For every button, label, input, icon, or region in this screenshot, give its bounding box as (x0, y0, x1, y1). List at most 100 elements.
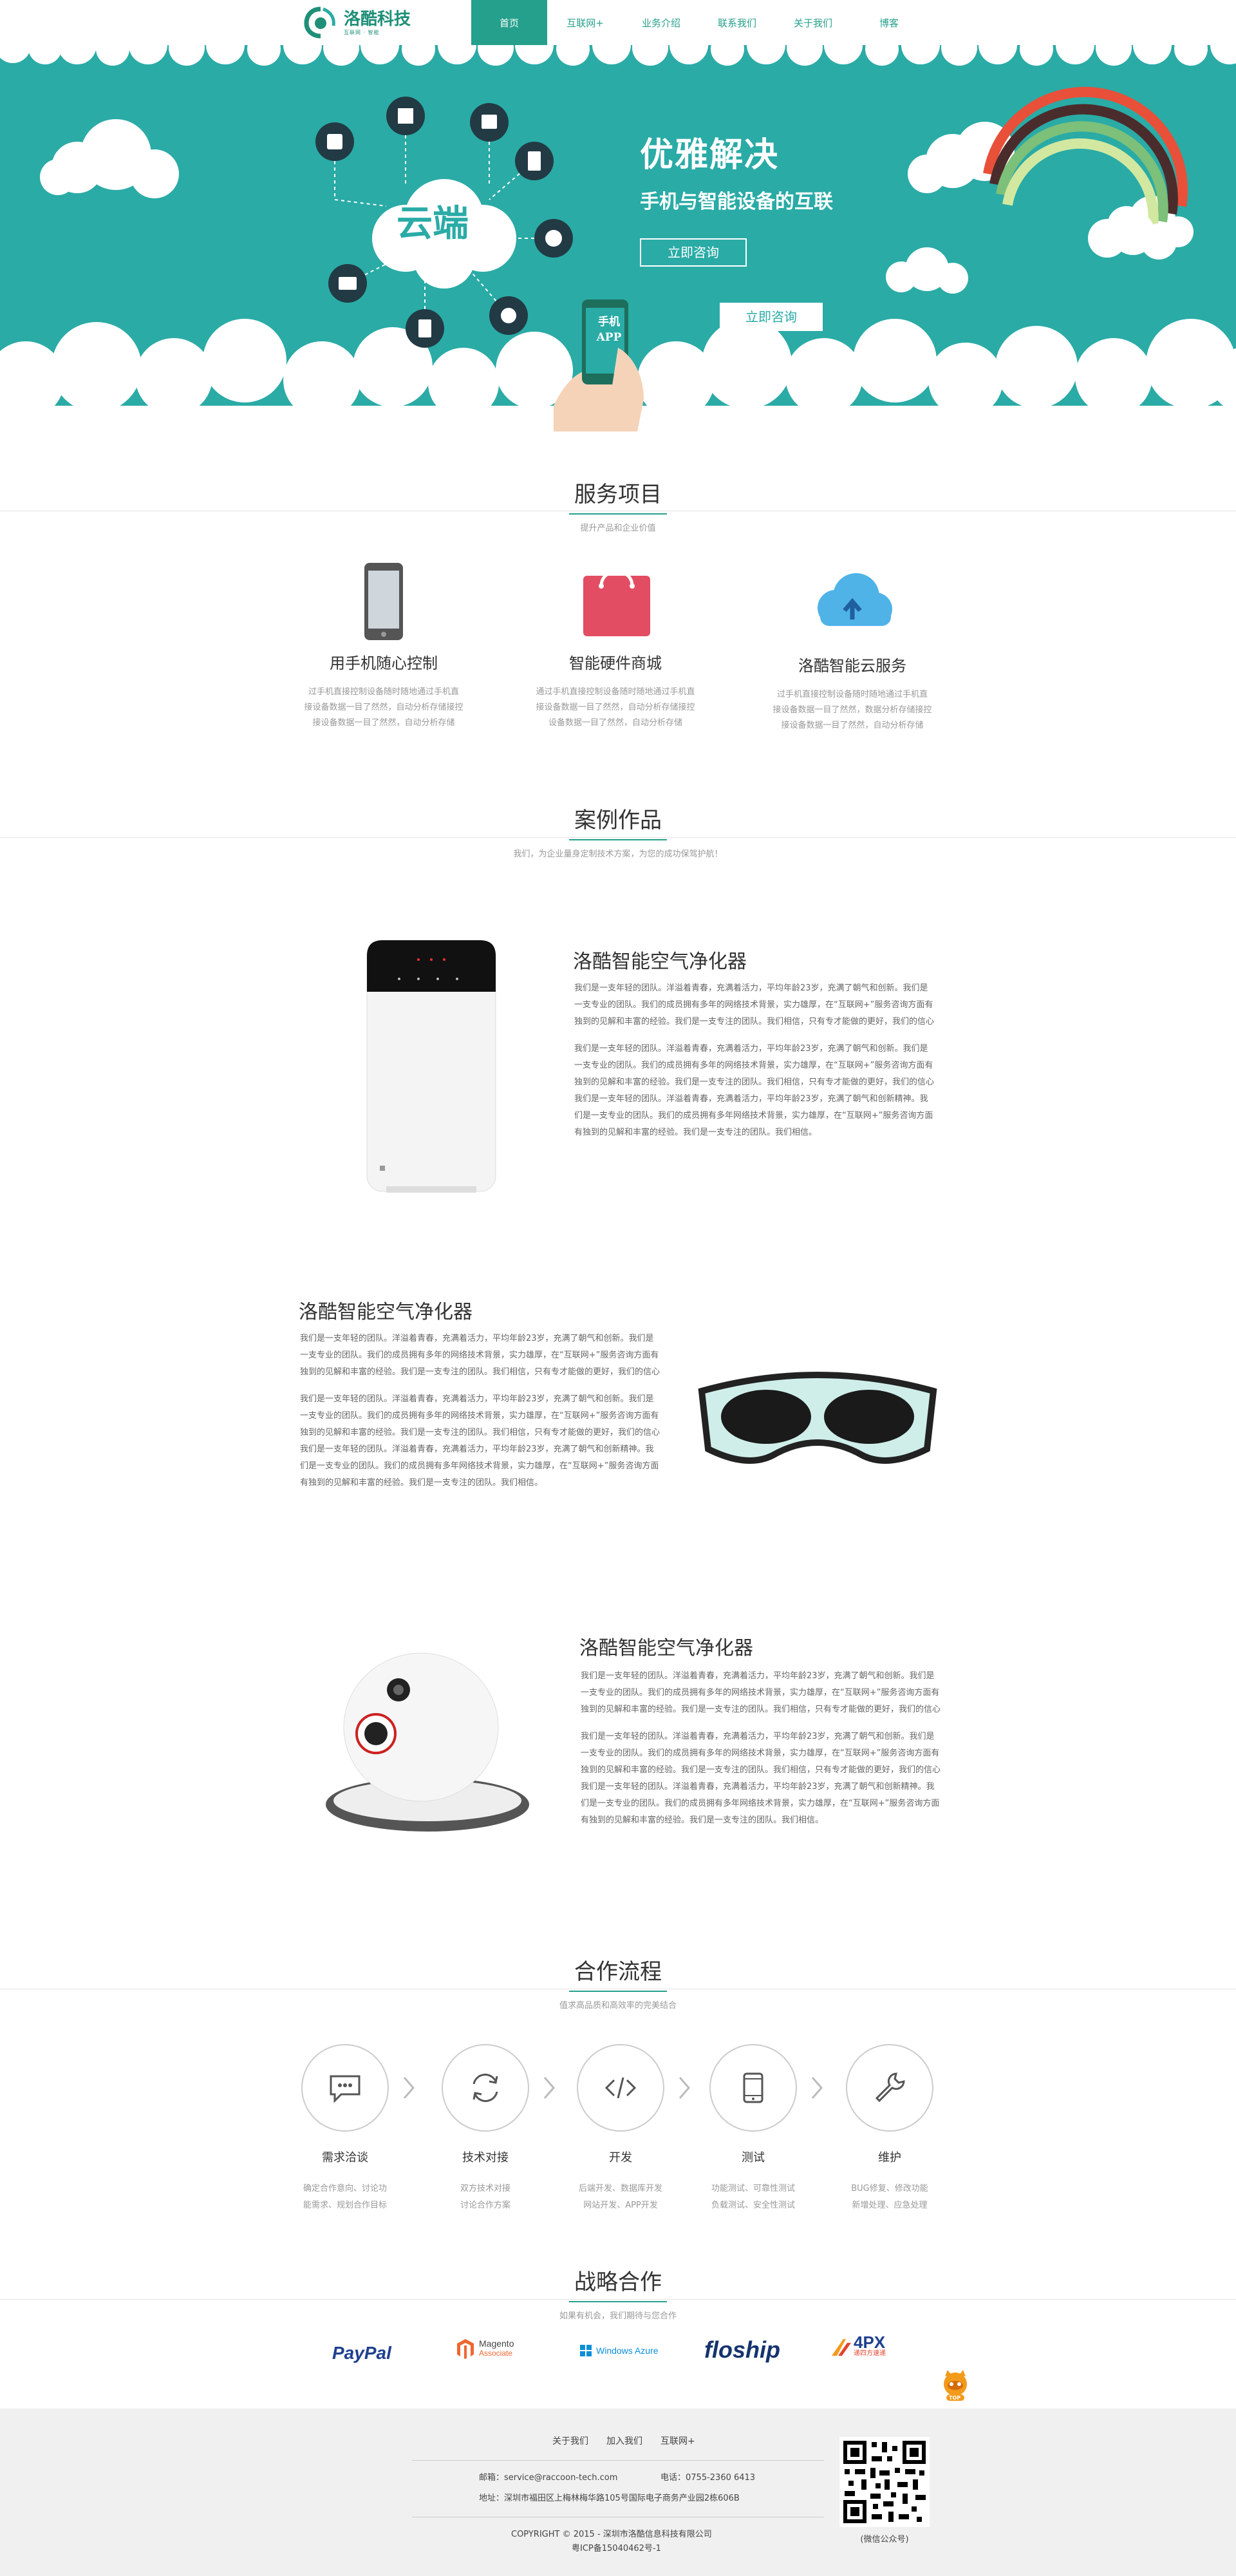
wechat-qr-code (839, 2437, 930, 2527)
chevron-right-icon (677, 2075, 691, 2101)
step-title: 开发 (609, 2151, 632, 2164)
case-paragraph: 我们是一支年轻的团队。洋溢着青春，充满着活力，平均年龄23岁，充满了朝气和创新。… (300, 1394, 660, 1488)
step-title: 测试 (742, 2151, 765, 2164)
chevron-right-icon (402, 2075, 416, 2101)
code-icon (577, 2044, 664, 2132)
step-title: 需求洽谈 (322, 2151, 368, 2164)
tablet-icon (709, 2044, 797, 2132)
consult-button-outline[interactable]: 立即咨询 (640, 238, 747, 267)
partner-paypal[interactable]: PayPal (332, 2343, 391, 2363)
hero-subtitle: 手机与智能设备的互联 (640, 191, 833, 213)
service-title: 智能硬件商城 (569, 654, 662, 672)
step-desc-line: 确定合作意向、讨论功 (303, 2184, 387, 2193)
service-item-cloud[interactable]: 洛酷智能云服务 过手机直接控制设备随时随地通过手机直 接设备数据一目了然然，数据… (769, 556, 936, 734)
step-requirements: 需求洽谈 确定合作意向、讨论功 能需求、规划合作目标 (300, 2044, 390, 2214)
service-desc: 过手机直接控制设备随时随地通过手机直 接设备数据一目了然然，自动分析存储接控 接… (300, 685, 467, 731)
windows-logo-icon (580, 2345, 592, 2356)
partner-4px-sub: 递四方速递 (854, 2350, 886, 2357)
cloud-word: 云端 (397, 202, 469, 245)
wrench-icon (846, 2044, 933, 2132)
footer-icp: 粤ICP备15040462号-1 (572, 2544, 661, 2553)
phone-app-label: 手机 APP (596, 316, 622, 344)
step-title: 技术对接 (462, 2151, 509, 2164)
service-item-mobile-control[interactable]: 用手机随心控制 过手机直接控制设备随时随地通过手机直 接设备数据一目了然然，自动… (300, 554, 467, 731)
step-desc: BUG修复、修改功能 新增处理、应急处理 (845, 2181, 935, 2214)
shopping-bag-icon (532, 554, 699, 644)
case-title: 洛酷智能空气净化器 (573, 951, 747, 973)
nav-business[interactable]: 业务介绍 (623, 0, 699, 45)
footer-links: 关于我们 加入我们 互联网+ (552, 2434, 695, 2447)
service-desc-line: 接设备数据一目了然然，数据分析存储接控 (772, 705, 932, 715)
logo-tagline: 互联网 · 智能 (344, 29, 380, 35)
case-paragraph: 我们是一支年轻的团队。洋溢着青春，充满着活力，平均年龄23岁，充满了朝气和创新。… (574, 983, 935, 1027)
process-subtitle: 值求高品质和高效率的完美结合 (559, 2001, 677, 2011)
nav-home[interactable]: 首页 (471, 0, 547, 45)
nav-internet-plus[interactable]: 互联网+ (547, 0, 623, 45)
logo[interactable]: 洛酷科技 互联网 · 智能 (301, 5, 411, 40)
case-paragraph: 我们是一支年轻的团队。洋溢着青春，充满着活力，平均年龄23岁，充满了朝气和创新。… (574, 1044, 935, 1137)
sync-icon (442, 2044, 529, 2132)
cases-subtitle: 我们，为企业量身定制技术方案，为您的成功保驾护航！ (513, 849, 723, 859)
step-desc: 双方技术对接 讨论合作方案 (440, 2181, 530, 2214)
services-heading: 服务项目 提升产品和企业价值 (0, 477, 1236, 533)
services-subtitle: 提升产品和企业价值 (580, 524, 656, 533)
main-nav: 首页 互联网+ 业务介绍 联系我们 关于我们 博客 (471, 0, 927, 45)
case-description: 我们是一支年轻的团队。洋溢着青春，充满着活力，平均年龄23岁，充满了朝气和创新。… (581, 1668, 941, 1839)
case-title: 洛酷智能空气净化器 (579, 1637, 753, 1660)
partners-subtitle: 如果有机会，我们期待与您合作 (559, 2311, 677, 2321)
smartphone-icon (300, 554, 467, 644)
footer-link-internet-plus[interactable]: 互联网+ (660, 2434, 695, 2447)
cases-heading: 案例作品 我们，为企业量身定制技术方案，为您的成功保驾护航！ (0, 802, 1236, 859)
service-desc-line: 过手机直接控制设备随时随地通过手机直 (776, 690, 928, 699)
chevron-right-icon (542, 2075, 556, 2101)
magento-logo-icon (457, 2339, 474, 2359)
step-desc-line: 能需求、规划合作目标 (303, 2201, 387, 2210)
partner-4px[interactable]: 4PX 递四方速递 (830, 2333, 886, 2360)
step-desc-line: 双方技术对接 (460, 2184, 510, 2193)
logo-mark-icon (301, 5, 340, 40)
nav-about[interactable]: 关于我们 (775, 0, 851, 45)
step-desc: 功能测试、可靠性测试 负载测试、安全性测试 (708, 2181, 798, 2214)
nav-blog[interactable]: 博客 (851, 0, 927, 45)
service-desc-line: 设备数据一目了然然，自动分析存储 (548, 718, 682, 728)
partner-4px-name: 4PX (854, 2333, 886, 2352)
qr-label: (微信公众号) (860, 2535, 909, 2544)
service-desc-line: 接设备数据一目了然然，自动分析存储 (312, 718, 455, 728)
back-to-top-label: TOP (949, 2395, 961, 2401)
partner-azure-name: Windows Azure (596, 2345, 659, 2356)
partner-magento[interactable]: Magento Associate (456, 2338, 514, 2360)
step-desc: 确定合作意向、讨论功 能需求、规划合作目标 (300, 2181, 390, 2214)
cases-title: 案例作品 (569, 802, 667, 840)
service-desc-line: 接设备数据一目了然然，自动分析存储接控 (304, 703, 464, 712)
service-item-hardware-store[interactable]: 智能硬件商城 通过手机直接控制设备随时随地通过手机直 接设备数据一目了然然，自动… (532, 554, 699, 731)
step-desc-line: 讨论合作方案 (460, 2201, 510, 2210)
footer-address: 地址：深圳市福田区上梅林梅华路105号国际电子商务产业园2栋606B (479, 2494, 740, 2503)
banner-illustration (0, 45, 1236, 444)
step-desc: 后端开发、数据库开发 网站开发、APP开发 (576, 2181, 666, 2214)
step-development: 开发 后端开发、数据库开发 网站开发、APP开发 (576, 2044, 666, 2214)
back-to-top-button[interactable]: TOP (937, 2367, 973, 2403)
footer-link-about[interactable]: 关于我们 (552, 2434, 588, 2447)
footer-link-join[interactable]: 加入我们 (606, 2434, 642, 2447)
consult-button-solid[interactable]: 立即咨询 (720, 303, 823, 331)
partner-azure[interactable]: Windows Azure (579, 2344, 658, 2357)
site-header: 洛酷科技 互联网 · 智能 首页 互联网+ 业务介绍 联系我们 关于我们 博客 (0, 0, 1236, 45)
footer-copyright: COPYRIGHT © 2015 - 深圳市洛酷信息科技有限公司 (511, 2530, 712, 2539)
logo-name: 洛酷科技 (344, 9, 411, 29)
hero-title: 优雅解决 (640, 135, 780, 175)
step-maintenance: 维护 BUG修复、修改功能 新增处理、应急处理 (845, 2044, 935, 2214)
service-desc-line: 通过手机直接控制设备随时随地通过手机直 (536, 687, 695, 697)
nav-contact[interactable]: 联系我们 (699, 0, 775, 45)
step-desc-line: 负载测试、安全性测试 (711, 2201, 795, 2210)
footer-divider (412, 2460, 824, 2461)
partner-floship[interactable]: floship (704, 2336, 780, 2363)
hero-banner: 云端 手机 APP 优雅解决 手机与智能设备的互联 立即咨询 立即咨询 (0, 45, 1236, 444)
case-description: 我们是一支年轻的团队。洋溢着青春，充满着活力，平均年龄23岁，充满了朝气和创新。… (300, 1331, 660, 1502)
partners-title: 战略合作 (569, 2264, 667, 2302)
services-title: 服务项目 (569, 477, 667, 515)
case-title: 洛酷智能空气净化器 (299, 1301, 473, 1323)
partner-magento-name: Magento (479, 2338, 514, 2349)
step-desc-line: 新增处理、应急处理 (852, 2201, 928, 2210)
process-title: 合作流程 (569, 1954, 667, 1992)
case-paragraph: 我们是一支年轻的团队。洋溢着青春，充满着活力，平均年龄23岁，充满了朝气和创新。… (581, 1671, 941, 1714)
